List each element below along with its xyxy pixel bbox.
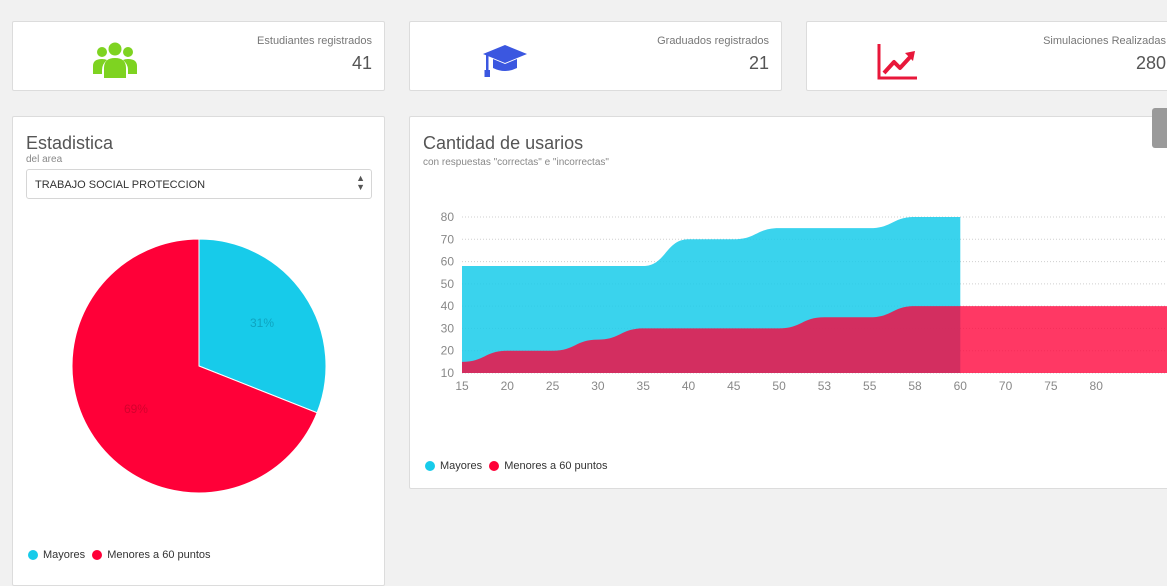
legend-label: Menores a 60 puntos [107, 549, 211, 561]
legend-label: Mayores [440, 460, 483, 472]
y-tick-label: 80 [441, 210, 455, 224]
legend-label: Mayores [43, 549, 86, 561]
legend-swatch-mayores [425, 461, 435, 471]
pie-legend: Mayores Menores a 60 puntos [28, 549, 218, 561]
y-tick-label: 60 [441, 255, 455, 269]
area-chart: 80 70 60 50 40 30 20 1015 20 25 30 35 40 45 50 53 55 58 60… [441, 210, 1167, 393]
stat-card-graduates: Graduados registrados 21 [409, 21, 782, 91]
legend-swatch-mayores [28, 550, 38, 560]
select-arrows-icon: ▲ ▼ [356, 173, 365, 192]
stat-value: 41 [351, 53, 372, 73]
y-tick-label: 10 [441, 366, 455, 380]
x-tick-label: 25 [546, 379, 560, 393]
stat-value: 280 [1135, 53, 1166, 73]
legend-swatch-menores [489, 461, 500, 471]
pie-data-label: 31% [250, 316, 274, 330]
stat-label: Estudiantes registrados [257, 35, 372, 47]
x-tick-label: 15 [455, 379, 469, 393]
x-tick-label: 75 [1044, 379, 1058, 393]
area-select[interactable]: TRABAJO SOCIAL PROTECCION ▲ ▼ [26, 169, 372, 199]
users-chart-panel: Cantidad de usarios con respuestas "corr… [409, 116, 1167, 489]
panel-title: Estadistica [26, 133, 114, 153]
x-tick-label: 35 [637, 379, 651, 393]
x-tick-label: 58 [908, 379, 922, 393]
x-tick-label: 40 [682, 379, 696, 393]
area-stats-panel: Estadistica del area TRABAJO SOCIAL PROT… [12, 116, 385, 586]
x-tick-label: 55 [863, 379, 877, 393]
stat-card-students: Estudiantes registrados 41 [12, 21, 385, 91]
side-toggle-button[interactable] [1152, 108, 1167, 148]
stat-label: Graduados registrados [657, 35, 769, 47]
x-tick-label: 45 [727, 379, 741, 393]
y-tick-label: 70 [441, 232, 455, 246]
y-tick-label: 50 [441, 277, 455, 291]
x-tick-label: 80 [1090, 379, 1104, 393]
pie-data-label: 69% [124, 402, 148, 416]
y-tick-label: 30 [441, 321, 455, 335]
area-select-value: TRABAJO SOCIAL PROTECCION [35, 179, 206, 191]
legend-label: Menores a 60 puntos [504, 460, 608, 472]
stat-value: 21 [748, 53, 769, 73]
x-tick-label: 30 [591, 379, 605, 393]
x-tick-label: 70 [999, 379, 1013, 393]
x-tick-label: 60 [954, 379, 968, 393]
x-tick-label: 53 [818, 379, 832, 393]
trending-up-icon [877, 44, 917, 80]
area-legend: Mayores Menores a 60 puntos [425, 460, 615, 472]
panel-subtitle: del area [26, 154, 63, 165]
y-tick-label: 20 [441, 344, 455, 358]
pie-chart: 31% 69% [71, 238, 327, 494]
graduation-cap-icon [483, 45, 527, 77]
x-tick-label: 20 [501, 379, 515, 393]
y-tick-label: 40 [441, 299, 455, 313]
stat-label: Simulaciones Realizadas [1043, 35, 1166, 47]
x-tick-label: 50 [772, 379, 786, 393]
users-icon [93, 42, 137, 78]
legend-swatch-menores [92, 550, 103, 560]
stat-card-simulations: Simulaciones Realizadas 280 [806, 21, 1167, 91]
